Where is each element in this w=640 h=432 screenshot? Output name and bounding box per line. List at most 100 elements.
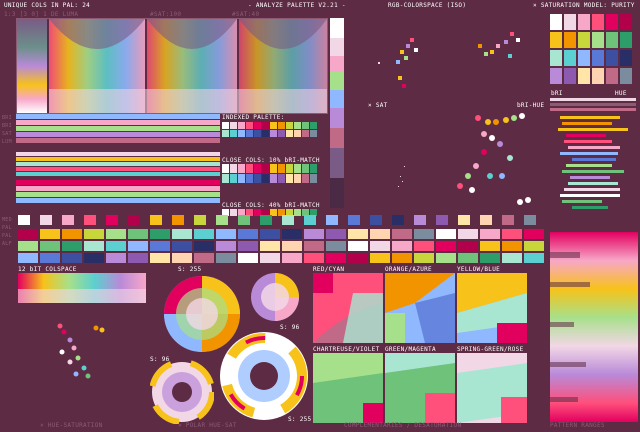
ramp-low	[84, 241, 104, 251]
ramp-low	[128, 241, 148, 251]
ramp-low	[62, 241, 82, 251]
ramp-top	[128, 215, 140, 225]
yellow-blue-label: YELLOW/BLUE	[457, 266, 501, 273]
ramp-top	[502, 215, 514, 225]
palette-swatch	[592, 14, 604, 30]
palette-swatch	[564, 50, 576, 66]
ramp-base	[348, 253, 368, 263]
palette-swatch	[550, 32, 562, 48]
palette-swatch	[564, 14, 576, 30]
indexed-swatch	[286, 122, 293, 129]
close-col-swatch	[246, 174, 253, 183]
bottom-complementaries-label: COMPLEMENTARIES / DESATURATION	[344, 422, 462, 429]
ramp-low	[106, 241, 126, 251]
s255-a-label: S: 255	[178, 266, 202, 273]
side-label-1: BRI	[2, 115, 12, 121]
sat-40-label: #SAT:40	[232, 11, 260, 18]
palette-ramps	[18, 215, 544, 263]
ramp-base	[40, 253, 60, 263]
close-col-swatch	[310, 164, 317, 173]
palette-swatch	[606, 50, 618, 66]
indexed-swatch	[246, 122, 253, 129]
ramp-top	[18, 215, 30, 225]
palette-swatch	[592, 50, 604, 66]
red-cyan-label: RED/CYAN	[313, 266, 345, 273]
palette-swatch	[606, 14, 618, 30]
palette-swatch	[578, 14, 590, 30]
close-col-swatch	[294, 174, 301, 183]
close-cols-1	[222, 164, 317, 183]
ramp-top	[238, 215, 250, 225]
close-col-swatch	[238, 174, 245, 183]
close-col-swatch	[222, 164, 229, 173]
close-col-swatch	[278, 164, 285, 173]
ramp-top	[436, 215, 448, 225]
bri-hue-strip	[550, 98, 636, 111]
close-col-swatch	[222, 174, 229, 183]
ramp-top	[194, 215, 206, 225]
ramp-low	[326, 241, 346, 251]
yellow-blue-map	[457, 273, 527, 343]
ramp-top	[62, 215, 74, 225]
brightness-column	[330, 18, 344, 208]
ramp-mid	[414, 229, 434, 239]
indexed-swatch	[222, 122, 229, 129]
ramp-mid	[502, 229, 522, 239]
palette-swatch	[620, 32, 632, 48]
bottom-polar-label: × POLAR HUE-SAT	[178, 422, 237, 429]
ramp-low	[414, 241, 434, 251]
app-title: - ANALYZE PALETTE V2.21 -	[248, 2, 346, 9]
orange-azure-map	[385, 273, 455, 343]
palette-swatch	[550, 50, 562, 66]
ramp-mid	[326, 229, 346, 239]
ramp-top	[172, 215, 184, 225]
ramp-mid	[480, 229, 500, 239]
meta-label: 1:3 [3 0] 1 DE LUMA	[4, 11, 79, 18]
ramp-base	[172, 253, 192, 263]
polar-ring-255	[220, 332, 308, 420]
indexed-swatch	[278, 122, 285, 129]
ramp-base	[282, 253, 302, 263]
ramp-low	[348, 241, 368, 251]
saturation-model-label: × SATURATION MODEL: PURITY	[533, 2, 635, 9]
indexed-swatch	[294, 130, 301, 137]
ramp-mid	[84, 229, 104, 239]
ramp-low	[304, 241, 324, 251]
side-label-2: BRI	[2, 123, 12, 129]
sorted-bands	[16, 114, 220, 203]
ramp-low	[480, 241, 500, 251]
close-col-swatch	[254, 174, 261, 183]
ramp-top	[106, 215, 118, 225]
indexed-swatch	[310, 130, 317, 137]
indexed-swatch	[238, 130, 245, 137]
ramp-low	[40, 241, 60, 251]
ramp-base	[106, 253, 126, 263]
ramp-base	[216, 253, 236, 263]
rgb-colorspace-label: RGB-COLORSPACE (ISO)	[388, 2, 467, 9]
ramp-low	[524, 241, 544, 251]
ramp-low	[282, 241, 302, 251]
ramp-top	[326, 215, 338, 225]
colspace-12bit	[18, 273, 146, 303]
ramp-mid	[304, 229, 324, 239]
ramp-top	[260, 215, 272, 225]
ramp-base	[414, 253, 434, 263]
ramp-top	[40, 215, 52, 225]
ramp-base	[480, 253, 500, 263]
ramp-top	[480, 215, 492, 225]
indexed-swatch	[302, 122, 309, 129]
bottom-pattern-label: PATTERN RANGES	[550, 422, 605, 429]
ramp-low	[172, 241, 192, 251]
close-cols-1-label: CLOSE COLS: 10% bRI-MATCH	[222, 157, 320, 164]
green-magenta-map	[385, 353, 455, 423]
indexed-swatch	[294, 122, 301, 129]
ramp-mid	[216, 229, 236, 239]
ramp-base	[436, 253, 456, 263]
ramp-low	[502, 241, 522, 251]
ramp-low	[18, 241, 38, 251]
side-label-8: ALF	[2, 241, 12, 247]
spring-rose-label: SPRING-GREEN/ROSE	[457, 346, 524, 353]
close-col-swatch	[294, 164, 301, 173]
ramp-mid	[524, 229, 544, 239]
indexed-swatch	[246, 130, 253, 137]
